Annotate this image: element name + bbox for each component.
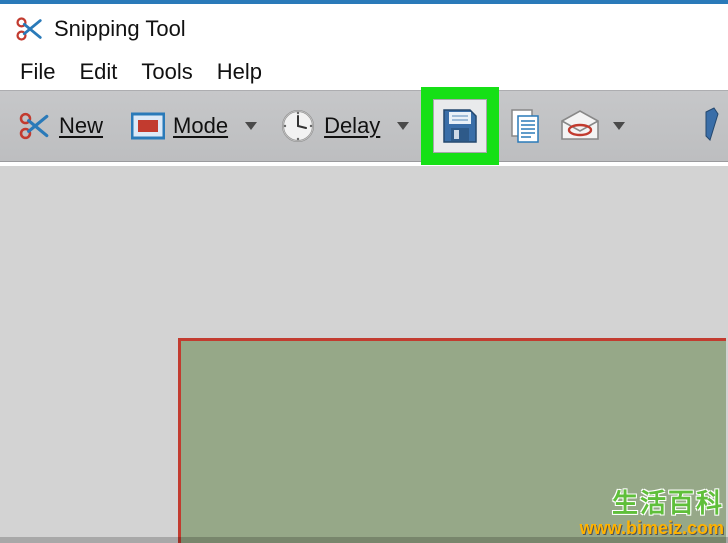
menu-edit[interactable]: Edit [67, 55, 129, 89]
delay-label: Delay [324, 113, 380, 139]
menubar: File Edit Tools Help [0, 54, 728, 90]
chevron-down-icon[interactable] [245, 122, 257, 130]
delay-button[interactable]: Delay [269, 96, 391, 156]
mail-icon [559, 109, 601, 143]
mode-button[interactable]: Mode [120, 96, 239, 156]
send-button[interactable] [553, 99, 607, 153]
bottom-shadow [0, 537, 728, 543]
new-label: New [59, 113, 103, 139]
chevron-down-icon[interactable] [397, 122, 409, 130]
save-button[interactable] [433, 99, 487, 153]
copy-button[interactable] [499, 99, 553, 153]
mode-label: Mode [173, 113, 228, 139]
save-button-highlight [421, 87, 499, 165]
overflow-button[interactable] [702, 99, 722, 153]
mode-icon [131, 111, 165, 141]
save-icon [440, 106, 480, 146]
menu-file[interactable]: File [8, 55, 67, 89]
menu-tools[interactable]: Tools [129, 55, 204, 89]
watermark-url: www.bimeiz.com [580, 518, 724, 539]
snipping-tool-window: Snipping Tool File Edit Tools Help New [0, 0, 728, 543]
watermark-text: 生活百科 [580, 483, 724, 520]
app-title: Snipping Tool [54, 16, 186, 42]
menu-help[interactable]: Help [205, 55, 274, 89]
copy-icon [506, 106, 546, 146]
new-button[interactable]: New [6, 96, 114, 156]
titlebar: Snipping Tool [0, 4, 728, 54]
scissors-icon [17, 109, 51, 143]
scissors-icon [14, 14, 44, 44]
pen-icon [704, 106, 720, 146]
chevron-down-icon[interactable] [613, 122, 625, 130]
toolbar: New Mode [0, 90, 728, 162]
watermark: 生活百科 www.bimeiz.com [580, 483, 724, 539]
clock-icon [280, 108, 316, 144]
